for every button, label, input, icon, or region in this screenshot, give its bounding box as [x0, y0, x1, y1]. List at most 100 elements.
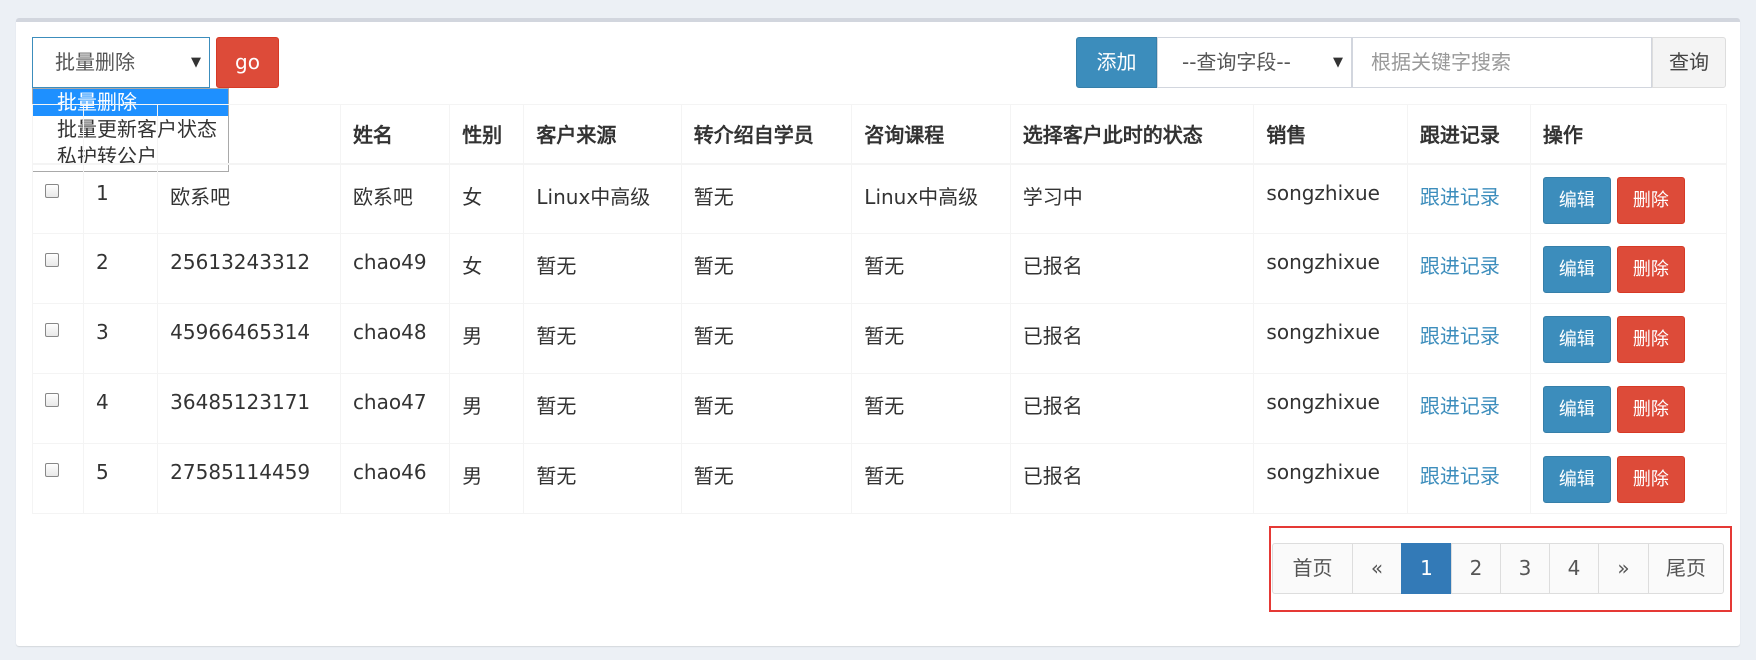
cell-referral: 暂无	[680, 373, 853, 444]
cell-qq: 36485123171	[157, 373, 341, 444]
edit-button[interactable]: 编辑	[1542, 176, 1611, 224]
cell-sales: songzhixue	[1253, 303, 1408, 374]
cell-actions: 编辑 删除	[1529, 443, 1728, 514]
cell-number: 3	[82, 303, 159, 374]
col-header-number	[82, 104, 159, 165]
page-last[interactable]: 尾页	[1648, 543, 1724, 594]
page-prev[interactable]: «	[1352, 543, 1402, 594]
cell-course: 暂无	[851, 233, 1011, 304]
bulk-action-select[interactable]: 批量删除 ▼	[32, 37, 210, 88]
cell-source: 暂无	[523, 233, 682, 304]
cell-source: Linux中高级	[523, 163, 682, 234]
delete-button[interactable]: 删除	[1616, 176, 1685, 224]
cell-qq: 27585114459	[157, 443, 341, 514]
cell-actions: 编辑 删除	[1529, 163, 1728, 234]
cell-qq: 45966465314	[157, 303, 341, 374]
page-next[interactable]: »	[1598, 543, 1649, 594]
search-input[interactable]: 根据关键字搜索	[1352, 37, 1652, 88]
cell-sales: songzhixue	[1253, 373, 1408, 444]
table-row: 5 27585114459 chao46 男 暂无 暂无 暂无 已报名 song…	[32, 443, 1728, 514]
delete-button[interactable]: 删除	[1616, 316, 1685, 363]
table-row: 2 25613243312 chao49 女 暂无 暂无 暂无 已报名 song…	[32, 233, 1728, 304]
bulk-action-selected: 批量删除	[55, 50, 135, 74]
cell-qq: 25613243312	[157, 233, 341, 304]
cell-record: 跟进记录	[1406, 443, 1531, 514]
cell-name: chao48	[339, 303, 451, 374]
table-row: 1 欧系吧 欧系吧 女 Linux中高级 暂无 Linux中高级 学习中 son…	[32, 163, 1728, 234]
cell-number: 2	[82, 233, 159, 304]
col-header-actions: 操作	[1529, 104, 1728, 165]
row-checkbox-cell	[32, 373, 84, 444]
cell-sales: songzhixue	[1253, 443, 1408, 514]
page-3[interactable]: 3	[1500, 543, 1550, 594]
delete-button[interactable]: 删除	[1616, 246, 1685, 293]
cell-number: 1	[82, 163, 159, 234]
row-checkbox[interactable]	[45, 463, 59, 477]
cell-course: 暂无	[851, 373, 1011, 444]
cell-status: 已报名	[1009, 303, 1255, 374]
row-checkbox[interactable]	[45, 323, 59, 337]
go-button[interactable]: go	[216, 37, 279, 88]
follow-up-record-link[interactable]: 跟进记录	[1420, 254, 1500, 278]
cell-gender: 女	[449, 163, 525, 234]
query-button[interactable]: 查询	[1652, 37, 1726, 88]
row-checkbox[interactable]	[45, 253, 59, 267]
follow-up-record-link[interactable]: 跟进记录	[1420, 324, 1500, 348]
page-4[interactable]: 4	[1549, 543, 1599, 594]
cell-gender: 女	[449, 233, 525, 304]
add-button[interactable]: 添加	[1076, 37, 1157, 88]
col-header-referral: 转介绍自学员	[680, 104, 853, 165]
cell-sales: songzhixue	[1253, 233, 1408, 304]
customer-table: 姓名 性别 客户来源 转介绍自学员 咨询课程 选择客户此时的状态 销售 跟进记录…	[32, 104, 1728, 514]
cell-referral: 暂无	[680, 233, 853, 304]
cell-source: 暂无	[523, 443, 682, 514]
col-header-record: 跟进记录	[1406, 104, 1531, 165]
col-header-checkbox	[32, 104, 84, 165]
cell-name: chao47	[339, 373, 451, 444]
page-1[interactable]: 1	[1401, 543, 1452, 594]
cell-actions: 编辑 删除	[1529, 233, 1728, 304]
cell-referral: 暂无	[680, 303, 853, 374]
follow-up-record-link[interactable]: 跟进记录	[1420, 185, 1500, 209]
edit-button[interactable]: 编辑	[1542, 246, 1611, 293]
cell-course: 暂无	[851, 443, 1011, 514]
row-checkbox[interactable]	[45, 393, 59, 407]
col-header-status: 选择客户此时的状态	[1009, 104, 1255, 165]
cell-qq: 欧系吧	[157, 163, 341, 234]
page-2[interactable]: 2	[1451, 543, 1501, 594]
follow-up-record-link[interactable]: 跟进记录	[1420, 464, 1500, 488]
edit-button[interactable]: 编辑	[1542, 386, 1611, 433]
table-row: 3 45966465314 chao48 男 暂无 暂无 暂无 已报名 song…	[32, 303, 1728, 374]
cell-sales: songzhixue	[1253, 163, 1408, 234]
cell-source: 暂无	[523, 373, 682, 444]
row-checkbox-cell	[32, 443, 84, 514]
row-checkbox[interactable]	[45, 183, 59, 198]
cell-record: 跟进记录	[1406, 163, 1531, 234]
cell-status: 已报名	[1009, 373, 1255, 444]
query-field-selected: --查询字段--	[1182, 50, 1291, 74]
cell-status: 已报名	[1009, 443, 1255, 514]
row-checkbox-cell	[32, 163, 84, 234]
cell-name: 欧系吧	[339, 163, 451, 234]
cell-source: 暂无	[523, 303, 682, 374]
delete-button[interactable]: 删除	[1616, 456, 1685, 503]
follow-up-record-link[interactable]: 跟进记录	[1420, 394, 1500, 418]
cell-referral: 暂无	[680, 443, 853, 514]
row-checkbox-cell	[32, 233, 84, 304]
edit-button[interactable]: 编辑	[1542, 316, 1611, 363]
col-header-name: 姓名	[339, 104, 451, 165]
cell-record: 跟进记录	[1406, 233, 1531, 304]
table-header-row: 姓名 性别 客户来源 转介绍自学员 咨询课程 选择客户此时的状态 销售 跟进记录…	[32, 104, 1728, 165]
col-header-qq	[157, 104, 341, 165]
page-first[interactable]: 首页	[1272, 543, 1353, 594]
cell-gender: 男	[449, 443, 525, 514]
query-field-select[interactable]: --查询字段-- ▼	[1157, 37, 1352, 88]
select-arrow-icon: ▼	[191, 55, 201, 70]
edit-button[interactable]: 编辑	[1542, 456, 1611, 503]
cell-course: Linux中高级	[851, 163, 1011, 234]
delete-button[interactable]: 删除	[1616, 386, 1685, 433]
cell-gender: 男	[449, 303, 525, 374]
table-row: 4 36485123171 chao47 男 暂无 暂无 暂无 已报名 song…	[32, 373, 1728, 444]
cell-record: 跟进记录	[1406, 303, 1531, 374]
col-header-sales: 销售	[1253, 104, 1408, 165]
